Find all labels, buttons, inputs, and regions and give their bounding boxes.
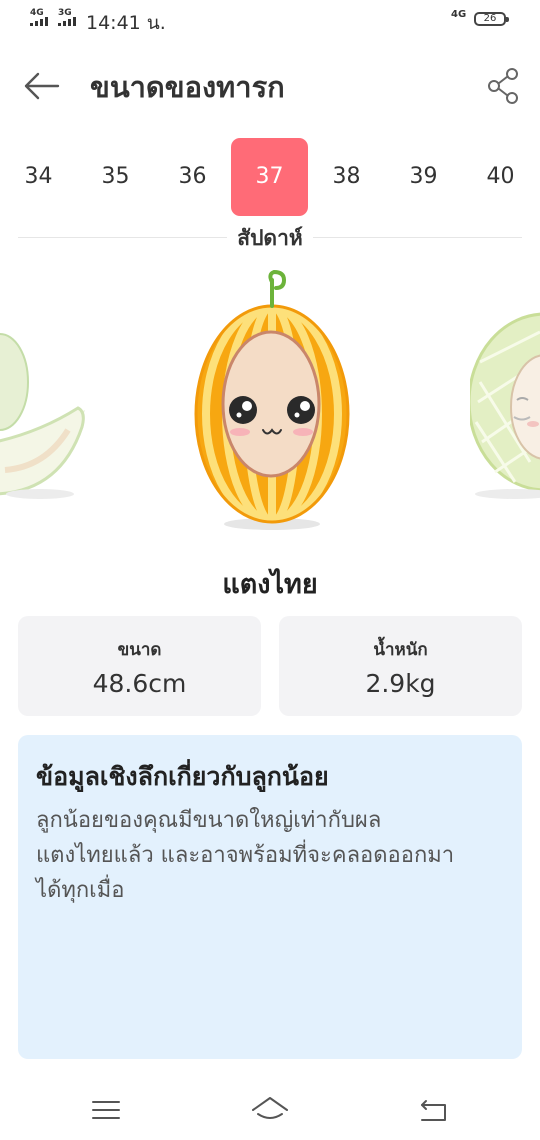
app-header: ขนาดของทารก (0, 58, 540, 112)
insight-line-2: แตงไทยแล้ว และอาจพร้อมที่จะคลอดออกมา (36, 843, 455, 868)
back-button[interactable] (20, 66, 64, 106)
network-type: 4G (451, 9, 467, 20)
home-button[interactable] (248, 1090, 292, 1130)
week-tab-34[interactable]: 34 (0, 138, 77, 216)
weight-label: น้ำหนัก (373, 640, 428, 660)
signal-bars-2-icon (58, 17, 76, 26)
fruit-carousel-graphic (0, 269, 540, 530)
size-label: ขนาด (117, 640, 162, 660)
week-caption: สัปดาห์ (0, 222, 540, 255)
screen: 4G 3G 14:41 น. 4G 26 ขนาดของทารก 34 35 3… (0, 0, 540, 1140)
size-value: 48.6cm (92, 669, 187, 698)
menu-icon (92, 1101, 120, 1119)
baby-insight-panel: ข้อมูลเชิงลึกเกี่ยวกับลูกน้อย ลูกน้อยของ… (18, 735, 522, 1059)
system-back-button[interactable] (412, 1090, 456, 1130)
previous-fruit-guava-icon[interactable] (0, 333, 85, 499)
home-icon (252, 1097, 288, 1119)
weight-card: น้ำหนัก 2.9kg (279, 616, 522, 716)
battery-icon: 26 (474, 12, 509, 26)
recent-apps-button[interactable] (84, 1090, 128, 1130)
week-tab-35[interactable]: 35 (77, 138, 154, 216)
fruit-name: แตงไทย (222, 569, 318, 600)
insight-line-3: ได้ทุกเมื่อ (36, 878, 125, 903)
battery-level: 26 (483, 13, 497, 24)
system-navigation-bar (0, 1082, 540, 1140)
insight-body: ลูกน้อยของคุณมีขนาดใหญ่เท่ากับผล แตงไทยแ… (36, 803, 504, 908)
week-tab-39[interactable]: 39 (385, 138, 462, 216)
clock: 14:41 น. (86, 12, 166, 34)
week-tab-40[interactable]: 40 (462, 138, 539, 216)
week-caption-label: สัปดาห์ (227, 226, 313, 250)
size-card: ขนาด 48.6cm (18, 616, 261, 716)
week-selector: 34 35 36 37 38 39 40 (0, 138, 540, 216)
insight-line-1: ลูกน้อยของคุณมีขนาดใหญ่เท่ากับผล (36, 808, 382, 833)
week-tab-37-selected[interactable]: 37 (231, 138, 308, 216)
fruit-carousel[interactable] (0, 262, 540, 562)
week-tab-36[interactable]: 36 (154, 138, 231, 216)
back-icon (421, 1100, 446, 1121)
insight-title: ข้อมูลเชิงลึกเกี่ยวกับลูกน้อย (36, 762, 329, 791)
week-tab-38[interactable]: 38 (308, 138, 385, 216)
share-icon (488, 68, 518, 104)
status-bar: 4G 3G 14:41 น. 4G 26 (0, 0, 540, 42)
next-fruit-cantaloupe-icon[interactable] (469, 312, 540, 499)
share-button[interactable] (484, 66, 524, 106)
arrow-left-icon (24, 72, 60, 100)
weight-value: 2.9kg (365, 669, 436, 698)
current-fruit-thai-melon-icon (194, 269, 350, 530)
signal-bars-1-icon (30, 17, 48, 26)
page-title: ขนาดของทารก (90, 70, 285, 104)
